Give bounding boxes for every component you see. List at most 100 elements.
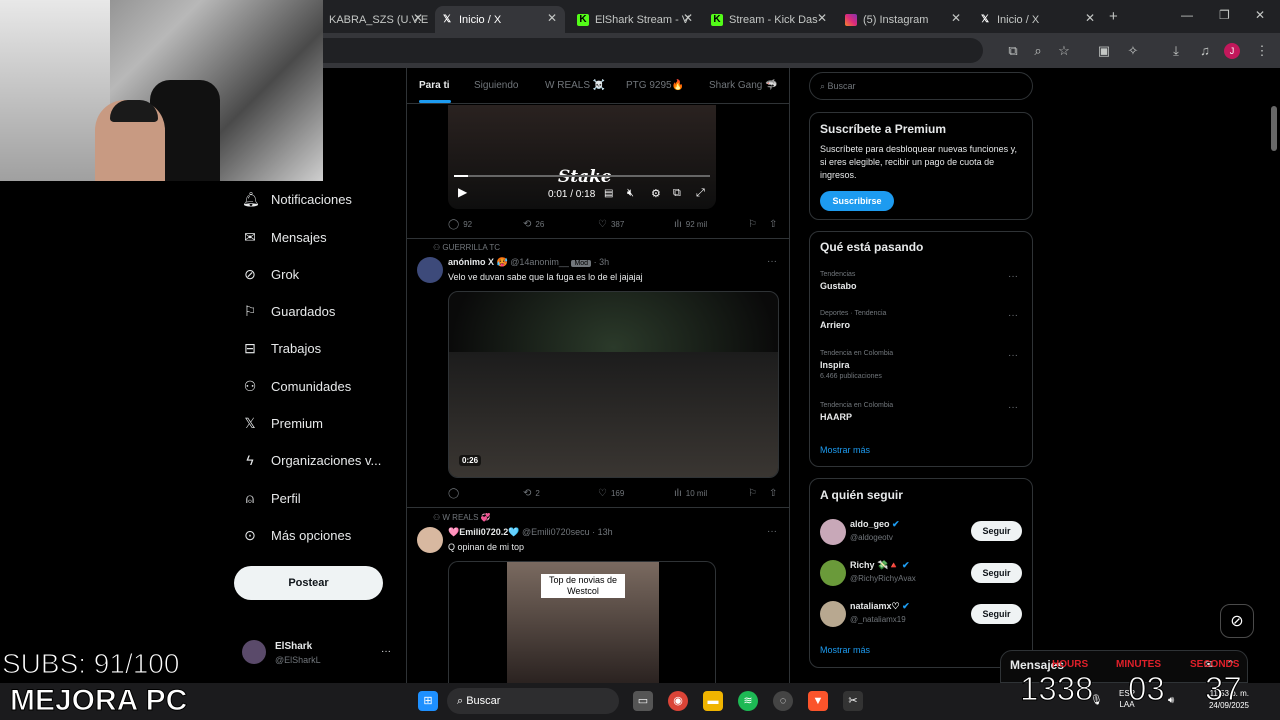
tab-kabra[interactable]: KABRA_SZS (U.V.E ✕ [323,6,431,33]
account-more-icon[interactable]: ··· [381,646,391,657]
mute-icon[interactable]: 🔇︎ [627,187,634,200]
tab-inicio-x-active[interactable]: 𝕏 Inicio / X ✕ [435,6,565,33]
grok-float-button[interactable]: ⊘ [1220,604,1254,638]
capcut-icon[interactable]: ✂ [843,691,863,711]
tab-siguiendo[interactable]: Siguiendo [474,80,518,91]
pip-icon[interactable]: ⧉ [673,187,681,200]
taskbar-search[interactable]: ⌕ Buscar [447,688,619,714]
follow-button[interactable]: Seguir [971,604,1022,624]
close-tab-icon[interactable]: ✕ [413,11,423,25]
avatar[interactable] [820,519,846,545]
obs-icon[interactable]: ◌ [773,691,793,711]
tab-inicio-x[interactable]: 𝕏 Inicio / X ✕ [973,6,1103,33]
file-explorer-icon[interactable]: ▬ [703,691,723,711]
nav-item-trabajos[interactable]: ⊟ Trabajos [242,340,321,356]
volume-icon[interactable]: 🔊︎ [1168,695,1174,706]
tweet-time[interactable]: · 13h [592,527,613,537]
close-tab-icon[interactable]: ✕ [1085,11,1095,25]
trends-show-more[interactable]: Mostrar más [820,445,870,455]
close-tab-icon[interactable]: ✕ [683,11,693,25]
tweet-author[interactable]: 🩷Emili0720.2🩵 [448,527,519,537]
video-progress[interactable] [454,175,710,177]
maximize-button[interactable]: ❐ [1219,8,1230,22]
scrollbar[interactable] [1268,68,1280,683]
captions-icon[interactable]: ▤ [604,188,613,199]
extension-icon[interactable]: ▣ [1094,41,1114,61]
retweet-button[interactable]: ⟲ 26 [523,219,544,230]
retweet-button[interactable]: ⟲ 2 [523,488,540,499]
play-icon[interactable]: ▶ [458,185,467,199]
tweet-video[interactable]: 0:26 [448,291,779,478]
nav-item-premium[interactable]: 𝕏 Premium [242,415,323,431]
trend-item[interactable]: Tendencia en Colombia HAARP ··· [820,402,1030,422]
tab-para-ti[interactable]: Para ti [419,80,450,91]
download-icon[interactable]: ⤓ [1166,41,1186,61]
follow-button[interactable]: Seguir [971,521,1022,541]
trend-item[interactable]: Tendencia en Colombia Inspira 6.466 publ… [820,350,1030,380]
views-button[interactable]: ılı 10 mil [674,488,707,499]
follow-name[interactable]: Richy 💸🔺 ✔ [850,560,909,571]
start-icon[interactable]: ⊞ [418,691,438,711]
address-field[interactable] [323,38,983,63]
trend-more-icon[interactable]: ··· [1008,402,1018,413]
close-tab-icon[interactable]: ✕ [547,11,557,25]
video-player[interactable]: Stake ▶ 0:01 / 0:18 ▤ 🔇︎ ⚙ ⧉ ⤢ [448,105,716,209]
bookmark-button[interactable]: ⚐ [748,488,761,499]
tab-kick-dashboard[interactable]: K Stream - Kick Das ✕ [705,6,835,33]
nav-item-notificaciones[interactable]: 🔔︎ Notificaciones [242,191,352,207]
trend-more-icon[interactable]: ··· [1008,310,1018,321]
nav-item-perfil[interactable]: ⍝ Perfil [242,490,301,506]
bookmark-button[interactable]: ⚐ [748,219,761,230]
tab-shark-gang[interactable]: Shark Gang 🦈 [709,80,778,91]
tab-elshark-stream[interactable]: K ElShark Stream - V ✕ [571,6,701,33]
nav-item-comunidades[interactable]: ⚇ Comunidades [242,378,352,394]
tweet-image[interactable]: Top de novias de Westcol [448,561,716,683]
trend-more-icon[interactable]: ··· [1008,350,1018,361]
views-button[interactable]: ılı 92 mil [674,219,707,230]
like-button[interactable]: ♡ 387 [598,219,624,230]
follow-show-more[interactable]: Mostrar más [820,645,870,655]
avatar[interactable] [820,601,846,627]
kebab-menu-icon[interactable]: ⋮ [1252,41,1272,61]
star-icon[interactable]: ☆ [1054,41,1074,61]
avatar[interactable] [242,640,266,664]
avatar[interactable] [417,527,443,553]
follow-name[interactable]: nataliamx♡ ✔ [850,601,910,612]
cast-icon[interactable]: ⧉ [1003,41,1023,61]
tweet-more-icon[interactable]: ··· [767,526,777,537]
new-tab-button[interactable]: + [1109,8,1118,25]
share-button[interactable]: ⇧ [769,219,781,230]
subscribe-button[interactable]: Suscribirse [820,191,894,211]
zoom-icon[interactable]: ⌕ [1028,41,1048,61]
reply-button[interactable]: ◯ [448,488,463,499]
avatar[interactable] [417,257,443,283]
nav-item-grok[interactable]: ⊘ Grok [242,266,299,282]
nav-item-mensajes[interactable]: ✉ Mensajes [242,229,327,245]
trend-item[interactable]: Tendencias Gustabo ··· [820,271,1030,291]
tweet-handle[interactable]: @14anonim__ [510,257,569,267]
search-input[interactable]: ⌕ Buscar [809,72,1033,100]
close-tab-icon[interactable]: ✕ [817,11,827,25]
tab-ptg[interactable]: PTG 9295🔥 [626,80,684,91]
trend-item[interactable]: Deportes · Tendencia Arriero ··· [820,310,1030,330]
minimize-button[interactable]: — [1181,8,1193,22]
nav-item-guardados[interactable]: ⚐ Guardados [242,303,336,319]
task-view-icon[interactable]: ▭ [633,691,653,711]
reply-button[interactable]: ◯ 92 [448,219,472,230]
tweet-time[interactable]: · 3h [594,257,610,267]
nav-item-mas-opciones[interactable]: ⊙ Más opciones [242,527,351,543]
post-button[interactable]: Postear [234,566,383,600]
fullscreen-icon[interactable]: ⤢ [696,187,705,200]
tab-instagram[interactable]: (5) Instagram ✕ [839,6,969,33]
tweet-more-icon[interactable]: ··· [767,256,777,267]
profile-avatar[interactable]: J [1224,43,1240,59]
tab-w-reals[interactable]: W REALS ☠️ [545,80,605,91]
community-label[interactable]: ⚇ W REALS 💞 [433,513,491,522]
tweet-handle[interactable]: @Emili0720secu [522,527,590,537]
community-label[interactable]: ⚇ GUERRILLA TC [433,243,500,252]
follow-button[interactable]: Seguir [971,563,1022,583]
scrollbar-thumb[interactable] [1271,106,1277,151]
settings-icon[interactable]: ⚙ [651,187,661,200]
puzzle-icon[interactable]: ✧ [1123,41,1143,61]
media-icon[interactable]: ♫ [1195,41,1215,61]
